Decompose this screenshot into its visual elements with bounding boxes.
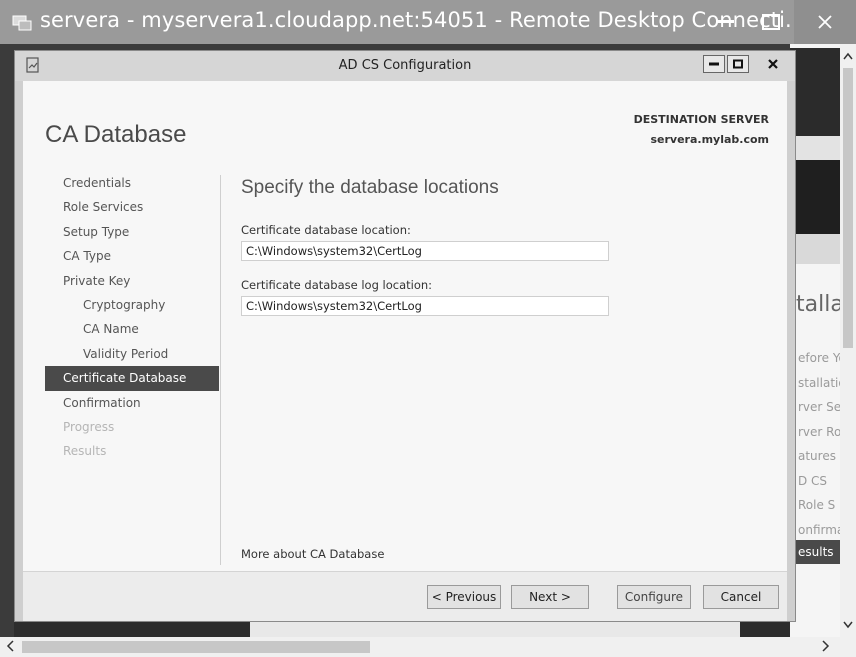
nav-item-role-services[interactable]: Role Services bbox=[45, 195, 219, 219]
log-location-input[interactable] bbox=[241, 296, 609, 316]
nav-item-confirmation[interactable]: Confirmation bbox=[45, 391, 219, 415]
scroll-left-icon[interactable] bbox=[6, 640, 14, 652]
dialog-body: CA Database DESTINATION SERVER servera.m… bbox=[23, 81, 787, 571]
db-location-input[interactable] bbox=[241, 241, 609, 261]
scroll-down-icon[interactable] bbox=[843, 621, 853, 629]
background-selected-item: esults bbox=[790, 540, 840, 564]
horizontal-scroll-thumb[interactable] bbox=[22, 641, 370, 653]
more-about-link[interactable]: More about CA Database bbox=[241, 547, 384, 561]
nav-item-ca-type[interactable]: CA Type bbox=[45, 244, 219, 268]
minimize-button[interactable] bbox=[702, 0, 748, 44]
configure-button[interactable]: Configure bbox=[617, 585, 691, 609]
section-title: Specify the database locations bbox=[241, 177, 499, 198]
page-title: CA Database bbox=[45, 121, 187, 148]
vertical-scroll-thumb[interactable] bbox=[843, 68, 853, 348]
background-server-manager: talla efore Yo stallatio rver Se rver Ro… bbox=[790, 44, 846, 644]
dialog-footer: < Previous Next > Configure Cancel bbox=[23, 571, 787, 621]
background-window-strip bbox=[14, 622, 790, 637]
remote-desktop-area: talla efore Yo stallatio rver Se rver Ro… bbox=[0, 44, 856, 657]
db-location-label: Certificate database location: bbox=[241, 223, 411, 237]
vertical-scrollbar[interactable] bbox=[840, 44, 856, 637]
nav-divider bbox=[220, 175, 221, 565]
nav-item-private-key[interactable]: Private Key bbox=[45, 269, 219, 293]
minimize-icon bbox=[709, 62, 719, 66]
maximize-icon bbox=[733, 59, 743, 69]
scroll-up-icon[interactable] bbox=[843, 52, 853, 60]
log-location-label: Certificate database log location: bbox=[241, 278, 433, 292]
nav-item-results: Results bbox=[63, 444, 107, 459]
dialog-titlebar[interactable]: AD CS Configuration bbox=[15, 51, 795, 81]
dialog-title: AD CS Configuration bbox=[338, 58, 472, 73]
maximize-icon bbox=[762, 14, 780, 30]
nav-item-cryptography[interactable]: Cryptography bbox=[45, 293, 219, 317]
nav-item-certificate-database[interactable]: Certificate Database bbox=[45, 366, 219, 391]
wizard-nav: Credentials Role Services Setup Type CA … bbox=[45, 171, 219, 464]
nav-item-progress: Progress bbox=[63, 419, 115, 434]
scroll-right-icon[interactable] bbox=[822, 640, 830, 652]
background-nav-list: efore Yo stallatio rver Se rver Ro ature… bbox=[798, 351, 846, 537]
resize-grip[interactable] bbox=[840, 637, 856, 657]
close-button[interactable] bbox=[794, 0, 856, 44]
remote-desktop-icon bbox=[12, 14, 32, 32]
rdp-window-title: servera - myservera1.cloudapp.net:54051 … bbox=[40, 8, 806, 32]
nav-item-validity-period[interactable]: Validity Period bbox=[45, 342, 219, 366]
nav-item-ca-name[interactable]: CA Name bbox=[45, 317, 219, 341]
destination-server-name: servera.mylab.com bbox=[650, 133, 769, 146]
cancel-button[interactable]: Cancel bbox=[703, 585, 779, 609]
next-button[interactable]: Next > bbox=[511, 585, 589, 609]
rdp-titlebar[interactable]: servera - myservera1.cloudapp.net:54051 … bbox=[0, 0, 856, 44]
nav-item-setup-type[interactable]: Setup Type bbox=[45, 220, 219, 244]
previous-button[interactable]: < Previous bbox=[427, 585, 501, 609]
dialog-maximize-button[interactable] bbox=[727, 55, 749, 73]
content-pane: Specify the database locations Certifica… bbox=[241, 171, 781, 561]
minimize-icon bbox=[716, 20, 734, 23]
maximize-button[interactable] bbox=[748, 0, 794, 44]
horizontal-scrollbar[interactable] bbox=[0, 637, 840, 657]
background-heading-fragment: talla bbox=[796, 292, 844, 317]
nav-item-credentials[interactable]: Credentials bbox=[45, 171, 219, 195]
dialog-minimize-button[interactable] bbox=[703, 55, 725, 73]
close-icon bbox=[818, 15, 832, 29]
ad-cs-configuration-dialog: AD CS Configuration CA Database DESTINAT… bbox=[14, 50, 796, 622]
close-icon bbox=[768, 59, 778, 69]
destination-server-label: DESTINATION SERVER bbox=[633, 113, 769, 126]
dialog-close-button[interactable] bbox=[753, 55, 793, 73]
